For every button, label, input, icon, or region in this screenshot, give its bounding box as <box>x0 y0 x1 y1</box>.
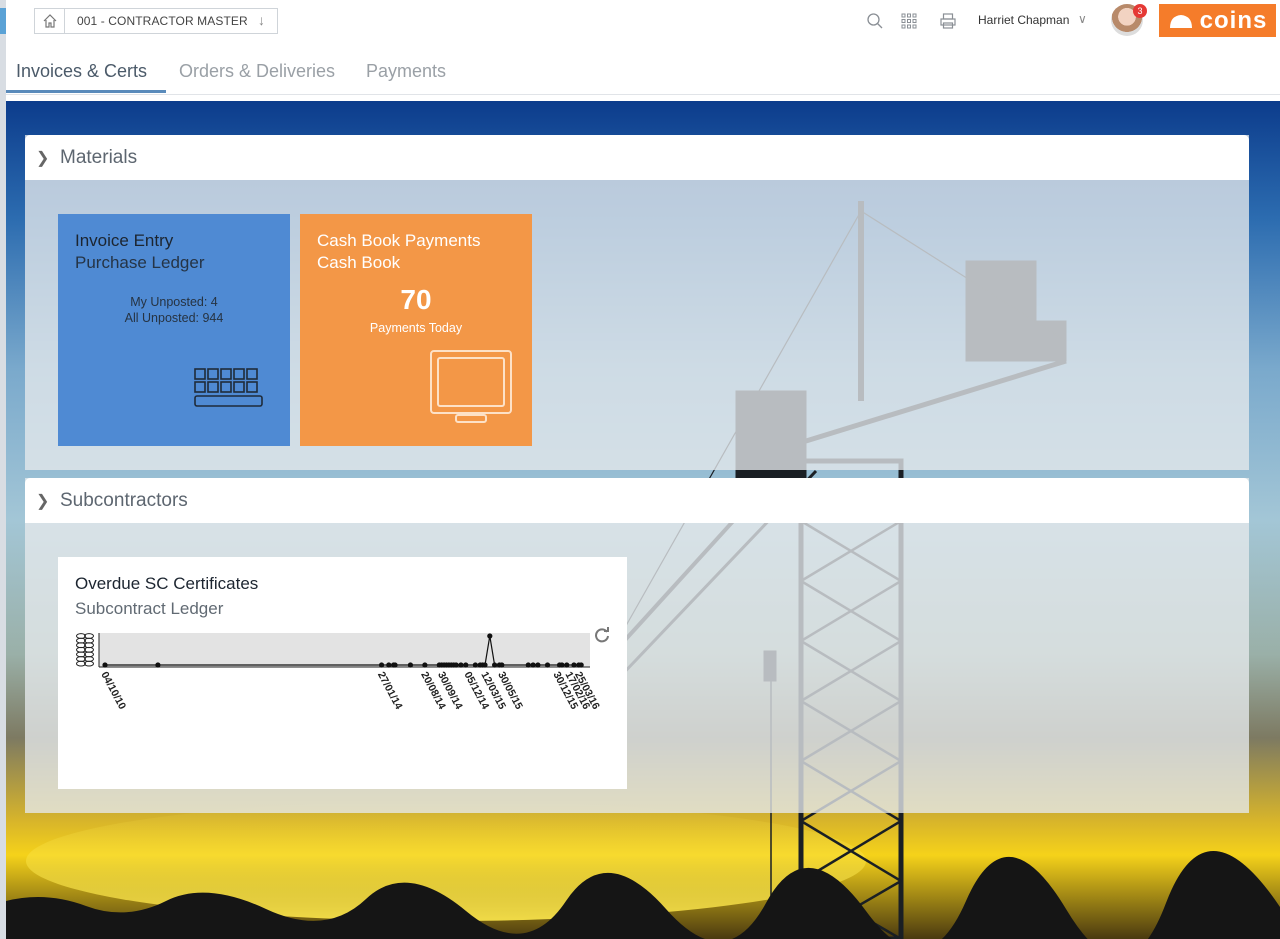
down-arrow-icon[interactable]: ↓ <box>258 12 265 28</box>
data-point <box>392 662 398 668</box>
data-point <box>564 662 570 668</box>
materials-panel: ❯ Materials Invoice Entry Purchase Ledge… <box>25 135 1249 470</box>
invoice-entry-title: Invoice Entry <box>75 231 174 250</box>
print-button[interactable] <box>937 10 959 32</box>
coins-logo: coins <box>1159 4 1276 37</box>
data-point <box>463 662 469 668</box>
data-point <box>499 662 505 668</box>
subcontractors-panel-title: Subcontractors <box>60 489 188 511</box>
top-bar: 001 - CONTRACTOR MASTER ↓ Harriet Chapma… <box>6 0 1280 43</box>
chevron-right-icon[interactable]: ❯ <box>36 491 54 511</box>
data-point <box>525 662 531 668</box>
data-point <box>530 662 536 668</box>
chevron-right-icon[interactable]: ❯ <box>36 148 54 168</box>
chart-plot-area <box>99 633 590 667</box>
apps-grid-icon <box>901 13 917 29</box>
home-button[interactable] <box>35 9 65 33</box>
breadcrumb: 001 - CONTRACTOR MASTER ↓ <box>34 8 278 34</box>
payments-today-caption: Payments Today <box>369 321 463 335</box>
apps-button[interactable] <box>898 10 920 32</box>
all-unposted-count: All Unposted: 944 <box>124 311 224 325</box>
cash-book-payments-tile[interactable]: Cash Book Payments Cash Book 70 Payments… <box>300 214 532 446</box>
subcontractors-panel-header[interactable]: ❯ Subcontractors <box>25 478 1249 523</box>
payments-today-value: 70 <box>400 284 432 315</box>
user-name[interactable]: Harriet Chapman <box>978 13 1069 27</box>
tab-invoices-certs[interactable]: Invoices & Certs <box>16 61 147 82</box>
keyboard-icon <box>194 368 263 407</box>
data-point <box>155 662 161 668</box>
search-icon <box>867 13 883 29</box>
invoice-entry-subtitle: Purchase Ledger <box>75 253 205 272</box>
data-point <box>482 662 488 668</box>
invoice-entry-tile[interactable]: Invoice Entry Purchase Ledger My Unposte… <box>58 214 290 446</box>
data-point <box>559 662 565 668</box>
data-point <box>535 662 541 668</box>
logo-text: coins <box>1199 6 1268 34</box>
monitor-icon <box>430 350 512 423</box>
data-point <box>386 662 392 668</box>
x-tick-label: 04/10/10 <box>98 670 128 712</box>
data-point <box>472 662 478 668</box>
data-point <box>422 662 428 668</box>
data-point <box>378 662 385 668</box>
breadcrumb-label[interactable]: 001 - CONTRACTOR MASTER <box>65 14 248 28</box>
data-point <box>458 662 464 668</box>
my-unposted-count: My Unposted: 4 <box>130 295 218 309</box>
tab-payments[interactable]: Payments <box>366 61 446 82</box>
subcontractors-panel: ❯ Subcontractors Overdue SC Certificates… <box>25 478 1249 813</box>
search-button[interactable] <box>864 10 886 32</box>
tab-orders-deliveries[interactable]: Orders & Deliveries <box>179 61 335 82</box>
tab-bar: Invoices & Certs Orders & Deliveries Pay… <box>6 43 1280 95</box>
hard-hat-icon <box>1169 14 1192 28</box>
data-point <box>571 662 577 668</box>
home-icon <box>43 14 56 28</box>
overdue-sc-certificates-card[interactable]: Overdue SC Certificates Subcontract Ledg… <box>58 557 627 789</box>
print-icon <box>940 13 956 29</box>
data-point <box>102 662 108 668</box>
overdue-sc-chart: 04/10/10 27/01/14 20/08/1430/09/1405/12/14… <box>76 633 602 712</box>
data-point <box>492 662 498 668</box>
notification-badge[interactable]: 3 <box>1133 4 1147 18</box>
data-point <box>578 662 584 668</box>
data-point <box>544 662 551 668</box>
cash-book-subtitle: Cash Book <box>317 253 401 272</box>
materials-panel-header[interactable]: ❯ Materials <box>25 135 1249 180</box>
materials-panel-title: Materials <box>60 146 138 168</box>
cash-book-title: Cash Book Payments <box>317 231 481 250</box>
data-point <box>453 662 459 668</box>
active-tab-indicator <box>6 90 166 93</box>
x-tick-label: 27/01/14 <box>375 670 405 712</box>
chevron-down-icon[interactable]: ∨ <box>1078 12 1087 26</box>
data-point <box>407 662 414 668</box>
data-point <box>487 633 493 639</box>
